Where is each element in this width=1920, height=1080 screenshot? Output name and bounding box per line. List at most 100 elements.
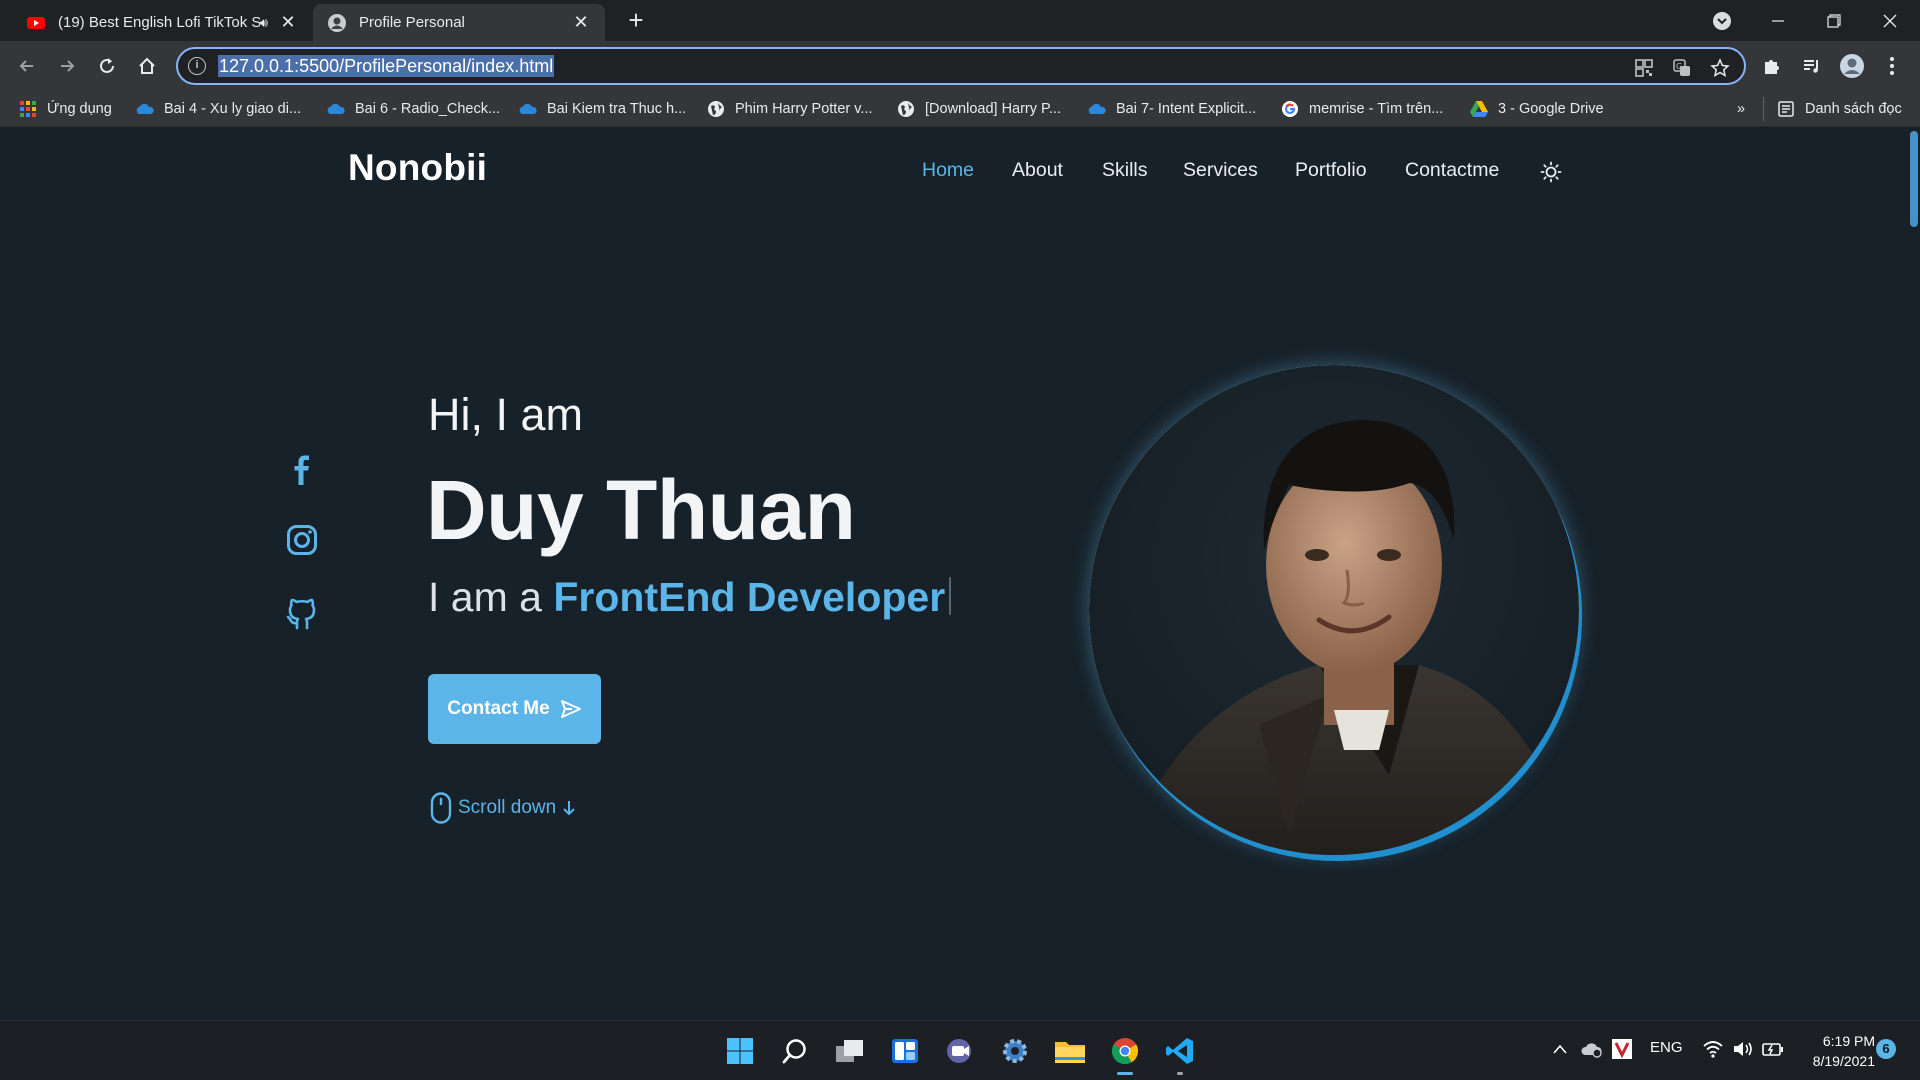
avatar-icon: [328, 13, 346, 32]
bookmark-item[interactable]: Bai Kiem tra Thuc h...: [518, 98, 686, 120]
arrow-left-icon: [19, 60, 33, 72]
star-icon[interactable]: [1710, 58, 1730, 78]
overflow-chevron-icon: »: [1737, 101, 1746, 117]
scroll-down-label: Scroll down: [458, 797, 557, 818]
bookmark-item[interactable]: Bai 7- Intent Explicit...: [1087, 98, 1256, 120]
tab-youtube[interactable]: (19) Best English Lofi TikTok S 🔊︎ ✕: [12, 4, 312, 41]
browser-tab-strip: (19) Best English Lofi TikTok S 🔊︎ ✕ Pro…: [0, 0, 1920, 41]
reading-list-label: Danh sách đọc: [1805, 101, 1902, 117]
playlist-icon: [1804, 60, 1818, 73]
bookmark-item[interactable]: Phim Harry Potter v...: [706, 98, 873, 120]
forward-button[interactable]: [51, 50, 83, 82]
chat-video-icon: [947, 1039, 971, 1063]
bookmark-label: Bai 4 - Xu ly giao di...: [164, 101, 302, 117]
nav-services[interactable]: Services: [1183, 159, 1258, 185]
chrome-taskbar-button[interactable]: [1105, 1031, 1145, 1075]
gear-icon: [1003, 1039, 1027, 1063]
speaker-icon[interactable]: 🔊︎: [260, 15, 268, 31]
battery-icon[interactable]: [1762, 1040, 1784, 1058]
url-text[interactable]: 127.0.0.1:5500/ProfilePersonal/index.htm…: [218, 55, 555, 77]
restore-button[interactable]: [1806, 0, 1862, 41]
settings-button[interactable]: [995, 1031, 1035, 1071]
minimize-button[interactable]: [1750, 0, 1806, 41]
browser-toolbar: i 127.0.0.1:5500/ProfilePersonal/index.h…: [0, 41, 1920, 91]
home-button[interactable]: [131, 50, 163, 82]
restore-icon: [1827, 13, 1841, 28]
github-link[interactable]: [286, 596, 318, 630]
close-tab-icon[interactable]: ✕: [571, 12, 591, 33]
bookmark-item[interactable]: 3 - Google Drive: [1469, 98, 1604, 120]
bookmark-apps[interactable]: Ứng dụng: [18, 98, 112, 120]
notification-badge[interactable]: 6: [1876, 1039, 1896, 1059]
bookmarks-overflow-button[interactable]: »: [1737, 98, 1745, 120]
tab-search-button[interactable]: [1694, 0, 1750, 41]
tab-profile-personal[interactable]: Profile Personal ✕: [313, 4, 605, 41]
search-icon: [782, 1039, 806, 1064]
reading-list-button[interactable]: Danh sách đọc: [1776, 98, 1902, 120]
send-icon: [560, 700, 581, 718]
vscode-taskbar-button[interactable]: [1160, 1031, 1200, 1075]
widgets-button[interactable]: [885, 1031, 925, 1071]
back-button[interactable]: [11, 50, 43, 82]
nav-portfolio[interactable]: Portfolio: [1295, 159, 1367, 185]
contact-me-button[interactable]: Contact Me: [428, 674, 601, 744]
clock-time: 6:19 PM: [1822, 1033, 1875, 1049]
qr-code-icon[interactable]: [1634, 58, 1654, 78]
nav-contactme[interactable]: Contactme: [1405, 159, 1499, 185]
sun-theme-toggle-icon[interactable]: [1540, 161, 1562, 183]
new-tab-button[interactable]: +: [620, 6, 652, 36]
instagram-link[interactable]: [286, 523, 318, 557]
hero-role: I am a FrontEnd Developer: [428, 574, 952, 621]
site-logo[interactable]: Nonobii: [348, 147, 487, 189]
bookmarks-bar: Ứng dụng Bai 4 - Xu ly giao di... Bai 6 …: [0, 91, 1920, 127]
nav-about[interactable]: About: [1012, 159, 1063, 185]
wifi-icon[interactable]: [1702, 1040, 1724, 1058]
translate-icon[interactable]: G: [1672, 58, 1692, 78]
close-icon: [1883, 14, 1897, 27]
mouse-icon: [430, 792, 452, 824]
input-language[interactable]: ENG: [1650, 1039, 1683, 1056]
globe-icon: [708, 101, 724, 117]
media-control-button[interactable]: [1796, 50, 1828, 82]
reload-button[interactable]: [91, 50, 123, 82]
google-drive-icon: [1470, 101, 1488, 117]
reload-icon: [100, 58, 114, 73]
chevron-up-icon[interactable]: [1552, 1043, 1568, 1055]
start-button[interactable]: [720, 1031, 760, 1071]
info-icon[interactable]: i: [188, 57, 206, 75]
scroll-down-link[interactable]: Scroll down: [430, 792, 577, 824]
vivaldi-tray-icon[interactable]: [1612, 1039, 1632, 1059]
bookmark-item[interactable]: memrise - Tìm trên...: [1280, 98, 1443, 120]
file-explorer-button[interactable]: [1050, 1031, 1090, 1071]
nav-skills[interactable]: Skills: [1102, 159, 1148, 185]
windows-logo-icon: [727, 1038, 753, 1064]
google-icon: [1282, 101, 1298, 117]
page-scrollbar[interactable]: [1908, 127, 1920, 1020]
extensions-button[interactable]: [1756, 50, 1788, 82]
task-view-button[interactable]: [830, 1031, 870, 1071]
windows-taskbar: ENG 6:19 PM 8/19/2021 6: [0, 1020, 1920, 1080]
hero-name: Duy Thuan: [426, 463, 856, 557]
home-icon: [139, 57, 155, 74]
bookmark-item[interactable]: [Download] Harry P...: [896, 98, 1061, 120]
search-button[interactable]: [775, 1031, 815, 1071]
profile-button[interactable]: [1836, 50, 1868, 82]
tab-title: (19) Best English Lofi TikTok S: [58, 14, 260, 31]
profile-photo: [1089, 365, 1579, 855]
close-window-button[interactable]: [1862, 0, 1918, 41]
nav-home[interactable]: Home: [922, 159, 974, 185]
close-tab-icon[interactable]: ✕: [278, 12, 298, 33]
scrollbar-thumb[interactable]: [1910, 131, 1918, 227]
volume-icon[interactable]: [1732, 1040, 1754, 1058]
browser-menu-button[interactable]: [1876, 50, 1908, 82]
teams-chat-button[interactable]: [940, 1031, 980, 1071]
onedrive-tray-icon[interactable]: [1581, 1040, 1603, 1058]
bookmark-label: [Download] Harry P...: [925, 101, 1061, 117]
address-bar[interactable]: i 127.0.0.1:5500/ProfilePersonal/index.h…: [176, 47, 1746, 85]
facebook-link[interactable]: [286, 453, 318, 487]
onedrive-icon: [327, 103, 345, 114]
bookmark-item[interactable]: Bai 4 - Xu ly giao di...: [135, 98, 301, 120]
system-clock[interactable]: 6:19 PM 8/19/2021: [1795, 1031, 1875, 1071]
portrait-illustration: [1089, 365, 1579, 855]
bookmark-item[interactable]: Bai 6 - Radio_Check...: [326, 98, 500, 120]
